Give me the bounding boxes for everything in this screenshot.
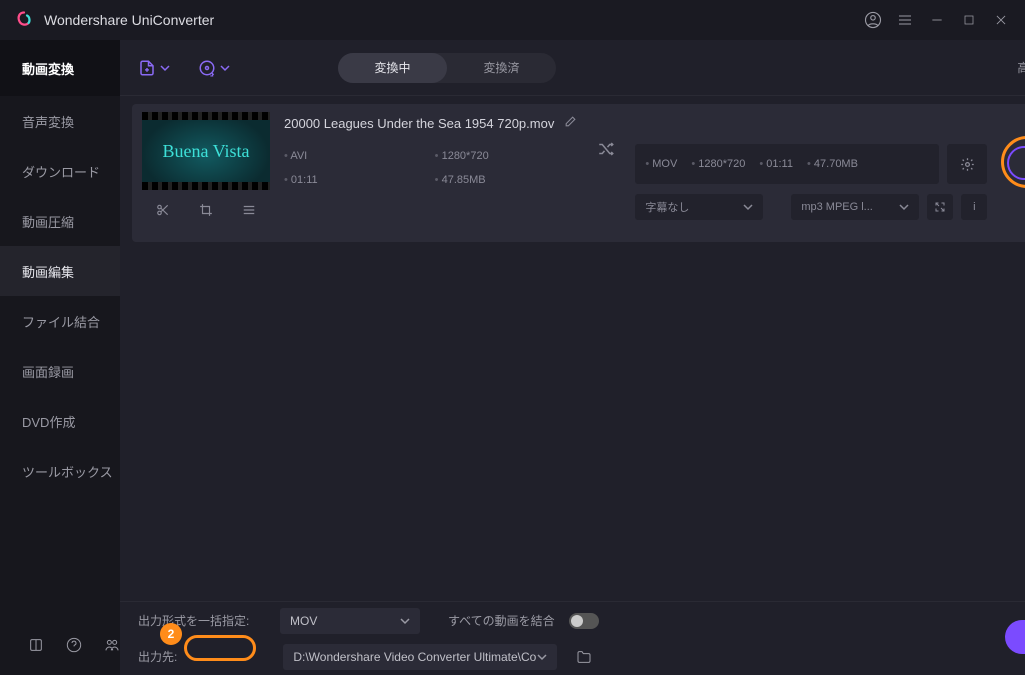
src-size: 47.85MB [435,174,578,186]
sidebar-item-label: ツールボックス [22,462,113,481]
app-title: Wondershare UniConverter [44,12,214,28]
maximize-button[interactable] [953,4,985,36]
open-folder-button[interactable] [571,644,597,670]
sidebar-item-compress[interactable]: 動画圧縮 [0,196,120,246]
out-duration: 01:11 [759,158,793,170]
logo-icon [14,10,34,30]
out-format: MOV [645,158,677,170]
add-disc-button[interactable] [198,59,230,77]
merge-all-toggle[interactable] [569,613,599,629]
sidebar-item-edit[interactable]: 動画編集 [0,246,120,296]
sidebar-item-label: 画面録画 [22,362,74,381]
sidebar-item-label: 動画圧縮 [22,212,74,231]
expand-button[interactable] [927,194,953,220]
sidebar-item-label: ファイル結合 [22,312,100,331]
trim-icon[interactable] [151,198,175,222]
fast-convert-label: 高速変換 [1017,59,1025,76]
sidebar-item-download[interactable]: ダウンロード [0,146,120,196]
bottom-bar: 出力形式を一括指定: MOV すべての動画を結合 出力先: D:\Wonders… [120,601,1025,675]
add-file-button[interactable] [138,59,170,77]
sidebar-item-video-convert[interactable]: 動画変換 [0,40,120,96]
tab-converting[interactable]: 変換中 [338,53,447,83]
rename-icon[interactable] [564,115,577,131]
sidebar-item-dvd[interactable]: DVD作成 [0,396,120,446]
output-format-label: 出力形式を一括指定: [138,612,266,629]
main-panel: 変換中 変換済 高速変換 Buena Vista [120,40,1025,675]
sidebar-item-label: 動画編集 [22,262,74,281]
filename: 20000 Leagues Under the Sea 1954 720p.mo… [284,116,554,131]
sidebar-item-label: DVD作成 [22,412,75,431]
menu-icon[interactable] [889,4,921,36]
output-path-label: 出力先: [138,648,177,665]
crop-icon[interactable] [194,198,218,222]
output-format-value: MOV [290,614,317,628]
swap-icon[interactable] [597,140,615,161]
guide-icon[interactable] [28,637,44,653]
audio-select-value: mp3 MPEG l... [801,201,873,213]
sidebar-item-label: 音声変換 [22,112,74,131]
minimize-button[interactable] [921,4,953,36]
community-icon[interactable] [104,637,120,653]
thumbnail-brand: Buena Vista [162,141,249,162]
audio-select[interactable]: mp3 MPEG l... [791,194,919,220]
src-duration: 01:11 [284,174,427,186]
subtitle-select-value: 字幕なし [645,199,689,215]
sidebar-item-toolbox[interactable]: ツールボックス [0,446,120,496]
titlebar: Wondershare UniConverter [0,0,1025,40]
merge-all-label: すべての動画を結合 [448,612,555,629]
file-card: Buena Vista 20000 Leagues Under the Sea … [132,104,1025,242]
src-resolution: 1280*720 [435,150,578,162]
account-icon[interactable] [857,4,889,36]
sidebar-item-record[interactable]: 画面録画 [0,346,120,396]
info-button[interactable]: i [961,194,987,220]
help-icon[interactable] [66,637,82,653]
status-tabs: 変換中 変換済 [338,53,556,83]
output-path-value: D:\Wondershare Video Converter Ultimate\… [293,650,536,664]
output-info-box: MOV 1280*720 01:11 47.70MB [635,144,939,184]
out-size: 47.70MB [807,158,858,170]
sidebar-item-merge[interactable]: ファイル結合 [0,296,120,346]
thumbnail[interactable]: Buena Vista [142,112,270,190]
output-format-select[interactable]: MOV [280,608,420,634]
tab-converted[interactable]: 変換済 [447,53,556,83]
subtitle-select[interactable]: 字幕なし [635,194,763,220]
effects-icon[interactable] [237,198,261,222]
sidebar-item-label: 動画変換 [22,59,74,78]
toolbar: 変換中 変換済 高速変換 [120,40,1025,96]
sidebar-item-label: ダウンロード [22,162,100,181]
out-resolution: 1280*720 [691,158,745,170]
output-path-select[interactable]: D:\Wondershare Video Converter Ultimate\… [283,644,557,670]
convert-button[interactable]: 変換 [1007,146,1025,180]
close-button[interactable] [985,4,1017,36]
src-format: AVI [284,150,427,162]
settings-button[interactable] [947,144,987,184]
sidebar: 動画変換 音声変換 ダウンロード 動画圧縮 動画編集 ファイル結合 画面録画 D… [0,40,120,675]
sidebar-item-audio-convert[interactable]: 音声変換 [0,96,120,146]
